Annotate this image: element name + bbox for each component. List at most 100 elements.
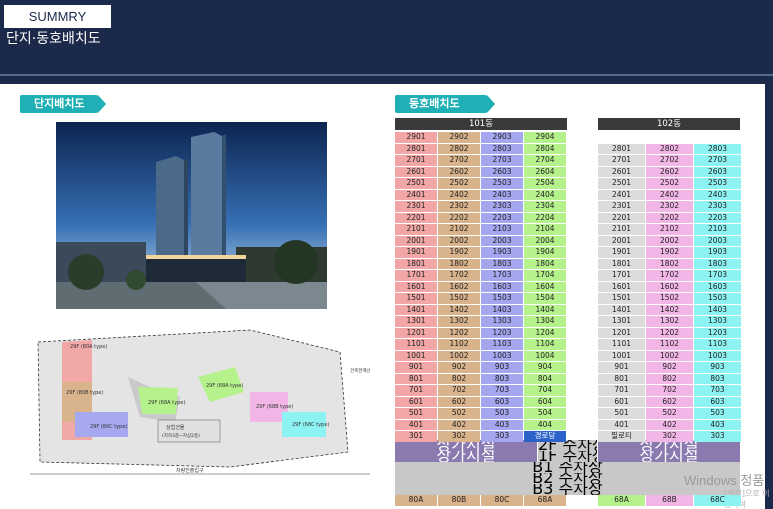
unit-cell-102: 1003 xyxy=(694,350,741,361)
unit-cell-101: 504 xyxy=(524,408,566,419)
unit-cell-102: 1601 xyxy=(598,281,645,292)
unit-cell-101: 1404 xyxy=(524,304,566,315)
unit-cell-101: 1003 xyxy=(481,350,523,361)
unit-cell-101: 2804 xyxy=(524,143,566,154)
building-102-header: 102동 xyxy=(598,118,740,130)
building-101-header: 101동 xyxy=(395,118,567,130)
unit-cell-101: 2901 xyxy=(395,132,437,143)
unit-cell-101: 402 xyxy=(438,419,480,430)
unit-cell-101: 1604 xyxy=(524,281,566,292)
unit-cell-101: 703 xyxy=(481,385,523,396)
unit-cell-101: 1103 xyxy=(481,339,523,350)
site-plan-drawing: 29F (80A type) 29F (80B type) 29F (80C t… xyxy=(30,322,371,482)
unit-cell-102: 702 xyxy=(646,385,693,396)
unit-cell-102: 503 xyxy=(694,408,741,419)
unit-cell-102: 2601 xyxy=(598,166,645,177)
plan-label-80c: 29F (80C type) xyxy=(90,424,127,430)
unit-cell-101: 903 xyxy=(481,362,523,373)
unit-cell-102: 2503 xyxy=(694,178,741,189)
unit-cell-101: 1401 xyxy=(395,304,437,315)
unit-cell-102: 1501 xyxy=(598,293,645,304)
unit-cell-102: 2803 xyxy=(694,143,741,154)
page-title: 단지·동호배치도 xyxy=(6,31,101,47)
unit-cell-101: 901 xyxy=(395,362,437,373)
unit-cell-102: 1002 xyxy=(646,350,693,361)
unit-cell-101: 1302 xyxy=(438,316,480,327)
unit-cell-101: 302 xyxy=(438,431,480,442)
unit-cell-102: 1401 xyxy=(598,304,645,315)
site-plan-svg: 29F (80A type) 29F (80B type) 29F (80C t… xyxy=(30,322,371,482)
unit-cell-101: 1903 xyxy=(481,247,523,258)
unit-cell-101: 1102 xyxy=(438,339,480,350)
plan-label-setback: 건축한계선 xyxy=(350,367,370,374)
unit-cell-101: 1502 xyxy=(438,293,480,304)
unit-cell-101: 2303 xyxy=(481,201,523,212)
unit-cell-101: 2403 xyxy=(481,189,523,200)
unit-cell-101: 1301 xyxy=(395,316,437,327)
unit-cell-101: 1803 xyxy=(481,258,523,269)
unit-cell-101: 2401 xyxy=(395,189,437,200)
unit-cell-101: 1002 xyxy=(438,350,480,361)
unit-cell-102: 1402 xyxy=(646,304,693,315)
unit-cell-101: 1303 xyxy=(481,316,523,327)
unit-cell-101: 1904 xyxy=(524,247,566,258)
unit-cell-101: 702 xyxy=(438,385,480,396)
unit-cell-101: 1703 xyxy=(481,270,523,281)
unit-cell-101: 1203 xyxy=(481,327,523,338)
parking-1f: 1F 주차장 xyxy=(538,451,597,462)
unit-cell-101: 904 xyxy=(524,362,566,373)
section-label: SUMMRY xyxy=(4,5,111,28)
unit-cell-102: 2001 xyxy=(598,235,645,246)
unit-cell-102: 2302 xyxy=(646,201,693,212)
unit-cell-101: 2003 xyxy=(481,235,523,246)
unit-cell-102: 1602 xyxy=(646,281,693,292)
unit-cell-102: 1103 xyxy=(694,339,741,350)
unit-cell-101: 2101 xyxy=(395,224,437,235)
unit-cell-101: 1501 xyxy=(395,293,437,304)
unit-cell-101: 1201 xyxy=(395,327,437,338)
unit-cell-101: 2102 xyxy=(438,224,480,235)
commercial-102-b: 상가시설 xyxy=(598,451,740,462)
unit-cell-102: 302 xyxy=(646,431,693,442)
unit-cell-101: 2103 xyxy=(481,224,523,235)
unit-cell-102: 1701 xyxy=(598,270,645,281)
unit-cell-101: 1704 xyxy=(524,270,566,281)
unit-cell-101: 1304 xyxy=(524,316,566,327)
plan-label-80a: 29F (80A type) xyxy=(70,344,107,350)
unit-cell-102: 1303 xyxy=(694,316,741,327)
unit-cell-101: 301 xyxy=(395,431,437,442)
unit-cell-101: 1204 xyxy=(524,327,566,338)
unit-cell-102: 2501 xyxy=(598,178,645,189)
unit-cell-101: 2903 xyxy=(481,132,523,143)
unit-cell-101: 경로당 xyxy=(524,431,566,442)
unit-cell-102: 1502 xyxy=(646,293,693,304)
parking-2f: 2F 주차장 xyxy=(538,440,597,451)
unit-cell-102: 1403 xyxy=(694,304,741,315)
unit-cell-101: 602 xyxy=(438,396,480,407)
commercial-101-a: 상가시설 xyxy=(395,440,537,451)
unit-cell-101: 704 xyxy=(524,385,566,396)
unit-cell-102: 603 xyxy=(694,396,741,407)
unit-cell-102: 1503 xyxy=(694,293,741,304)
unit-cell-102: 1203 xyxy=(694,327,741,338)
plan-label-entrance: 차량진출입구 xyxy=(176,467,204,474)
unit-cell-102: 303 xyxy=(694,431,741,442)
site-plan-tag: 단지배치도 xyxy=(20,95,106,113)
unit-cell-102: 601 xyxy=(598,396,645,407)
unit-cell-102: 1703 xyxy=(694,270,741,281)
unit-cell-101: 401 xyxy=(395,419,437,430)
building-render-image xyxy=(56,122,327,309)
plan-label-80b: 29F (80B type) xyxy=(66,390,103,396)
unit-cell-101: 2001 xyxy=(395,235,437,246)
unit-cell-101: 2704 xyxy=(524,155,566,166)
unit-cell-102: 502 xyxy=(646,408,693,419)
unit-type-102: 68A xyxy=(598,495,645,506)
unit-cell-101: 2503 xyxy=(481,178,523,189)
unit-cell-101: 2701 xyxy=(395,155,437,166)
unit-cell-101: 2104 xyxy=(524,224,566,235)
unit-cell-102: 701 xyxy=(598,385,645,396)
unit-cell-102: 2402 xyxy=(646,189,693,200)
unit-cell-101: 2404 xyxy=(524,189,566,200)
unit-cell-101: 1801 xyxy=(395,258,437,269)
unit-layout-tag: 동호배치도 xyxy=(395,95,495,113)
